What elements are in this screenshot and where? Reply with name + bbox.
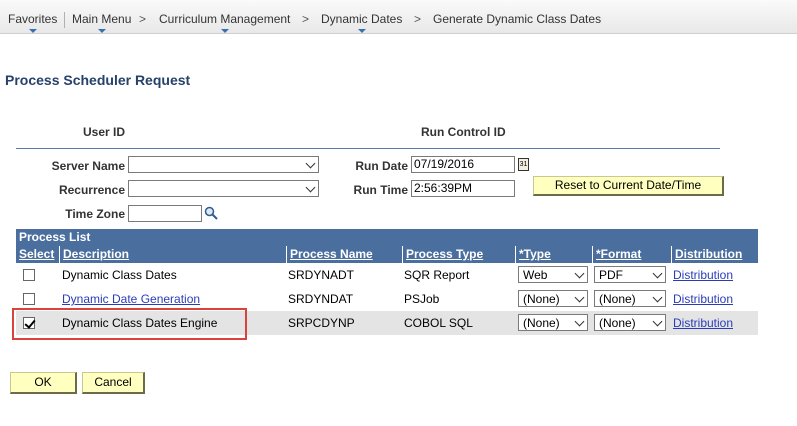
nav-curriculum-label: Curriculum Management xyxy=(159,12,291,26)
table-row: Dynamic Class Dates SRDYNADT SQR Report … xyxy=(16,263,758,287)
recurrence-select[interactable] xyxy=(128,180,319,197)
process-type: PSJob xyxy=(404,292,440,306)
select-checkbox[interactable] xyxy=(23,293,35,305)
server-name-select[interactable] xyxy=(128,156,319,173)
nav-favorites-label: Favorites xyxy=(8,12,58,26)
page-title: Process Scheduler Request xyxy=(5,72,191,88)
breadcrumb-separator: > xyxy=(414,12,422,26)
cancel-button[interactable]: Cancel xyxy=(82,372,145,394)
highlight-annotation xyxy=(12,308,247,340)
distribution-link[interactable]: Distribution xyxy=(673,292,733,306)
breadcrumb-separator: > xyxy=(139,12,147,26)
format-select[interactable]: (None) xyxy=(594,314,666,331)
format-value: PDF xyxy=(599,268,623,282)
run-date-label: Run Date xyxy=(355,159,408,173)
navigation-bar: Favorites Main Menu > Curriculum Managem… xyxy=(0,0,797,34)
format-value: (None) xyxy=(599,316,636,330)
type-value: (None) xyxy=(523,292,560,306)
nav-current-page[interactable]: Generate Dynamic Class Dates xyxy=(433,12,601,26)
type-select[interactable]: Web xyxy=(518,266,588,283)
distribution-link[interactable]: Distribution xyxy=(673,268,733,282)
type-select[interactable]: (None) xyxy=(518,314,588,331)
column-header-type[interactable]: *Type xyxy=(515,246,592,263)
column-header-select[interactable]: Select xyxy=(16,246,59,263)
nav-dynamic-dates[interactable]: Dynamic Dates xyxy=(321,12,403,33)
divider xyxy=(64,12,65,28)
format-select[interactable]: PDF xyxy=(594,266,666,283)
chevron-down-icon xyxy=(574,292,585,303)
chevron-down-icon xyxy=(574,316,585,327)
description-text: Dynamic Class Dates xyxy=(62,268,177,282)
column-header-distribution[interactable]: Distribution xyxy=(671,246,758,263)
process-type: COBOL SQL xyxy=(404,316,473,330)
chevron-down-icon xyxy=(652,292,663,303)
run-time-label: Run Time xyxy=(353,183,408,197)
distribution-link[interactable]: Distribution xyxy=(673,316,733,330)
calendar-icon[interactable]: 31 xyxy=(518,158,529,171)
ok-button[interactable]: OK xyxy=(10,372,77,394)
chevron-down-icon xyxy=(28,29,37,33)
time-zone-label: Time Zone xyxy=(65,207,125,221)
user-id-label: User ID xyxy=(83,125,126,139)
nav-favorites[interactable]: Favorites xyxy=(8,12,58,33)
type-select[interactable]: (None) xyxy=(518,290,588,307)
column-header-process-name[interactable]: Process Name xyxy=(286,246,402,263)
server-name-label: Server Name xyxy=(51,159,125,173)
type-value: (None) xyxy=(523,316,560,330)
nav-main-menu[interactable]: Main Menu xyxy=(72,12,132,33)
chevron-down-icon xyxy=(652,268,663,279)
chevron-down-icon xyxy=(652,316,663,327)
breadcrumb-separator: > xyxy=(302,12,310,26)
reset-date-time-button[interactable]: Reset to Current Date/Time xyxy=(533,176,724,196)
nav-main-menu-label: Main Menu xyxy=(72,12,132,26)
format-value: (None) xyxy=(599,292,636,306)
process-type: SQR Report xyxy=(404,268,470,282)
select-checkbox[interactable] xyxy=(23,269,35,281)
format-select[interactable]: (None) xyxy=(594,290,666,307)
run-control-id-label: Run Control ID xyxy=(421,125,506,139)
chevron-down-icon xyxy=(574,268,585,279)
description-link[interactable]: Dynamic Date Generation xyxy=(62,292,200,306)
process-name: SRDYNDAT xyxy=(288,292,354,306)
chevron-down-icon xyxy=(357,29,366,33)
nav-curriculum-management[interactable]: Curriculum Management xyxy=(159,12,291,33)
type-value: Web xyxy=(523,268,548,282)
header-divider xyxy=(16,148,720,149)
run-date-input[interactable]: 07/19/2016 xyxy=(411,156,515,173)
chevron-down-icon xyxy=(97,29,106,33)
process-name: SRDYNADT xyxy=(288,268,355,282)
nav-dynamic-dates-label: Dynamic Dates xyxy=(321,12,403,26)
column-header-format[interactable]: *Format xyxy=(592,246,671,263)
column-header-description[interactable]: Description xyxy=(59,246,286,263)
process-name: SRPCDYNP xyxy=(288,316,355,330)
chevron-down-icon xyxy=(305,158,316,169)
column-header-process-type[interactable]: Process Type xyxy=(402,246,515,263)
recurrence-label: Recurrence xyxy=(58,183,125,197)
search-icon[interactable] xyxy=(204,206,218,220)
chevron-down-icon xyxy=(220,29,229,33)
time-zone-input[interactable] xyxy=(128,205,202,222)
run-time-input[interactable]: 2:56:39PM xyxy=(411,180,515,197)
chevron-down-icon xyxy=(305,182,316,193)
process-list-title: Process List xyxy=(16,229,758,246)
